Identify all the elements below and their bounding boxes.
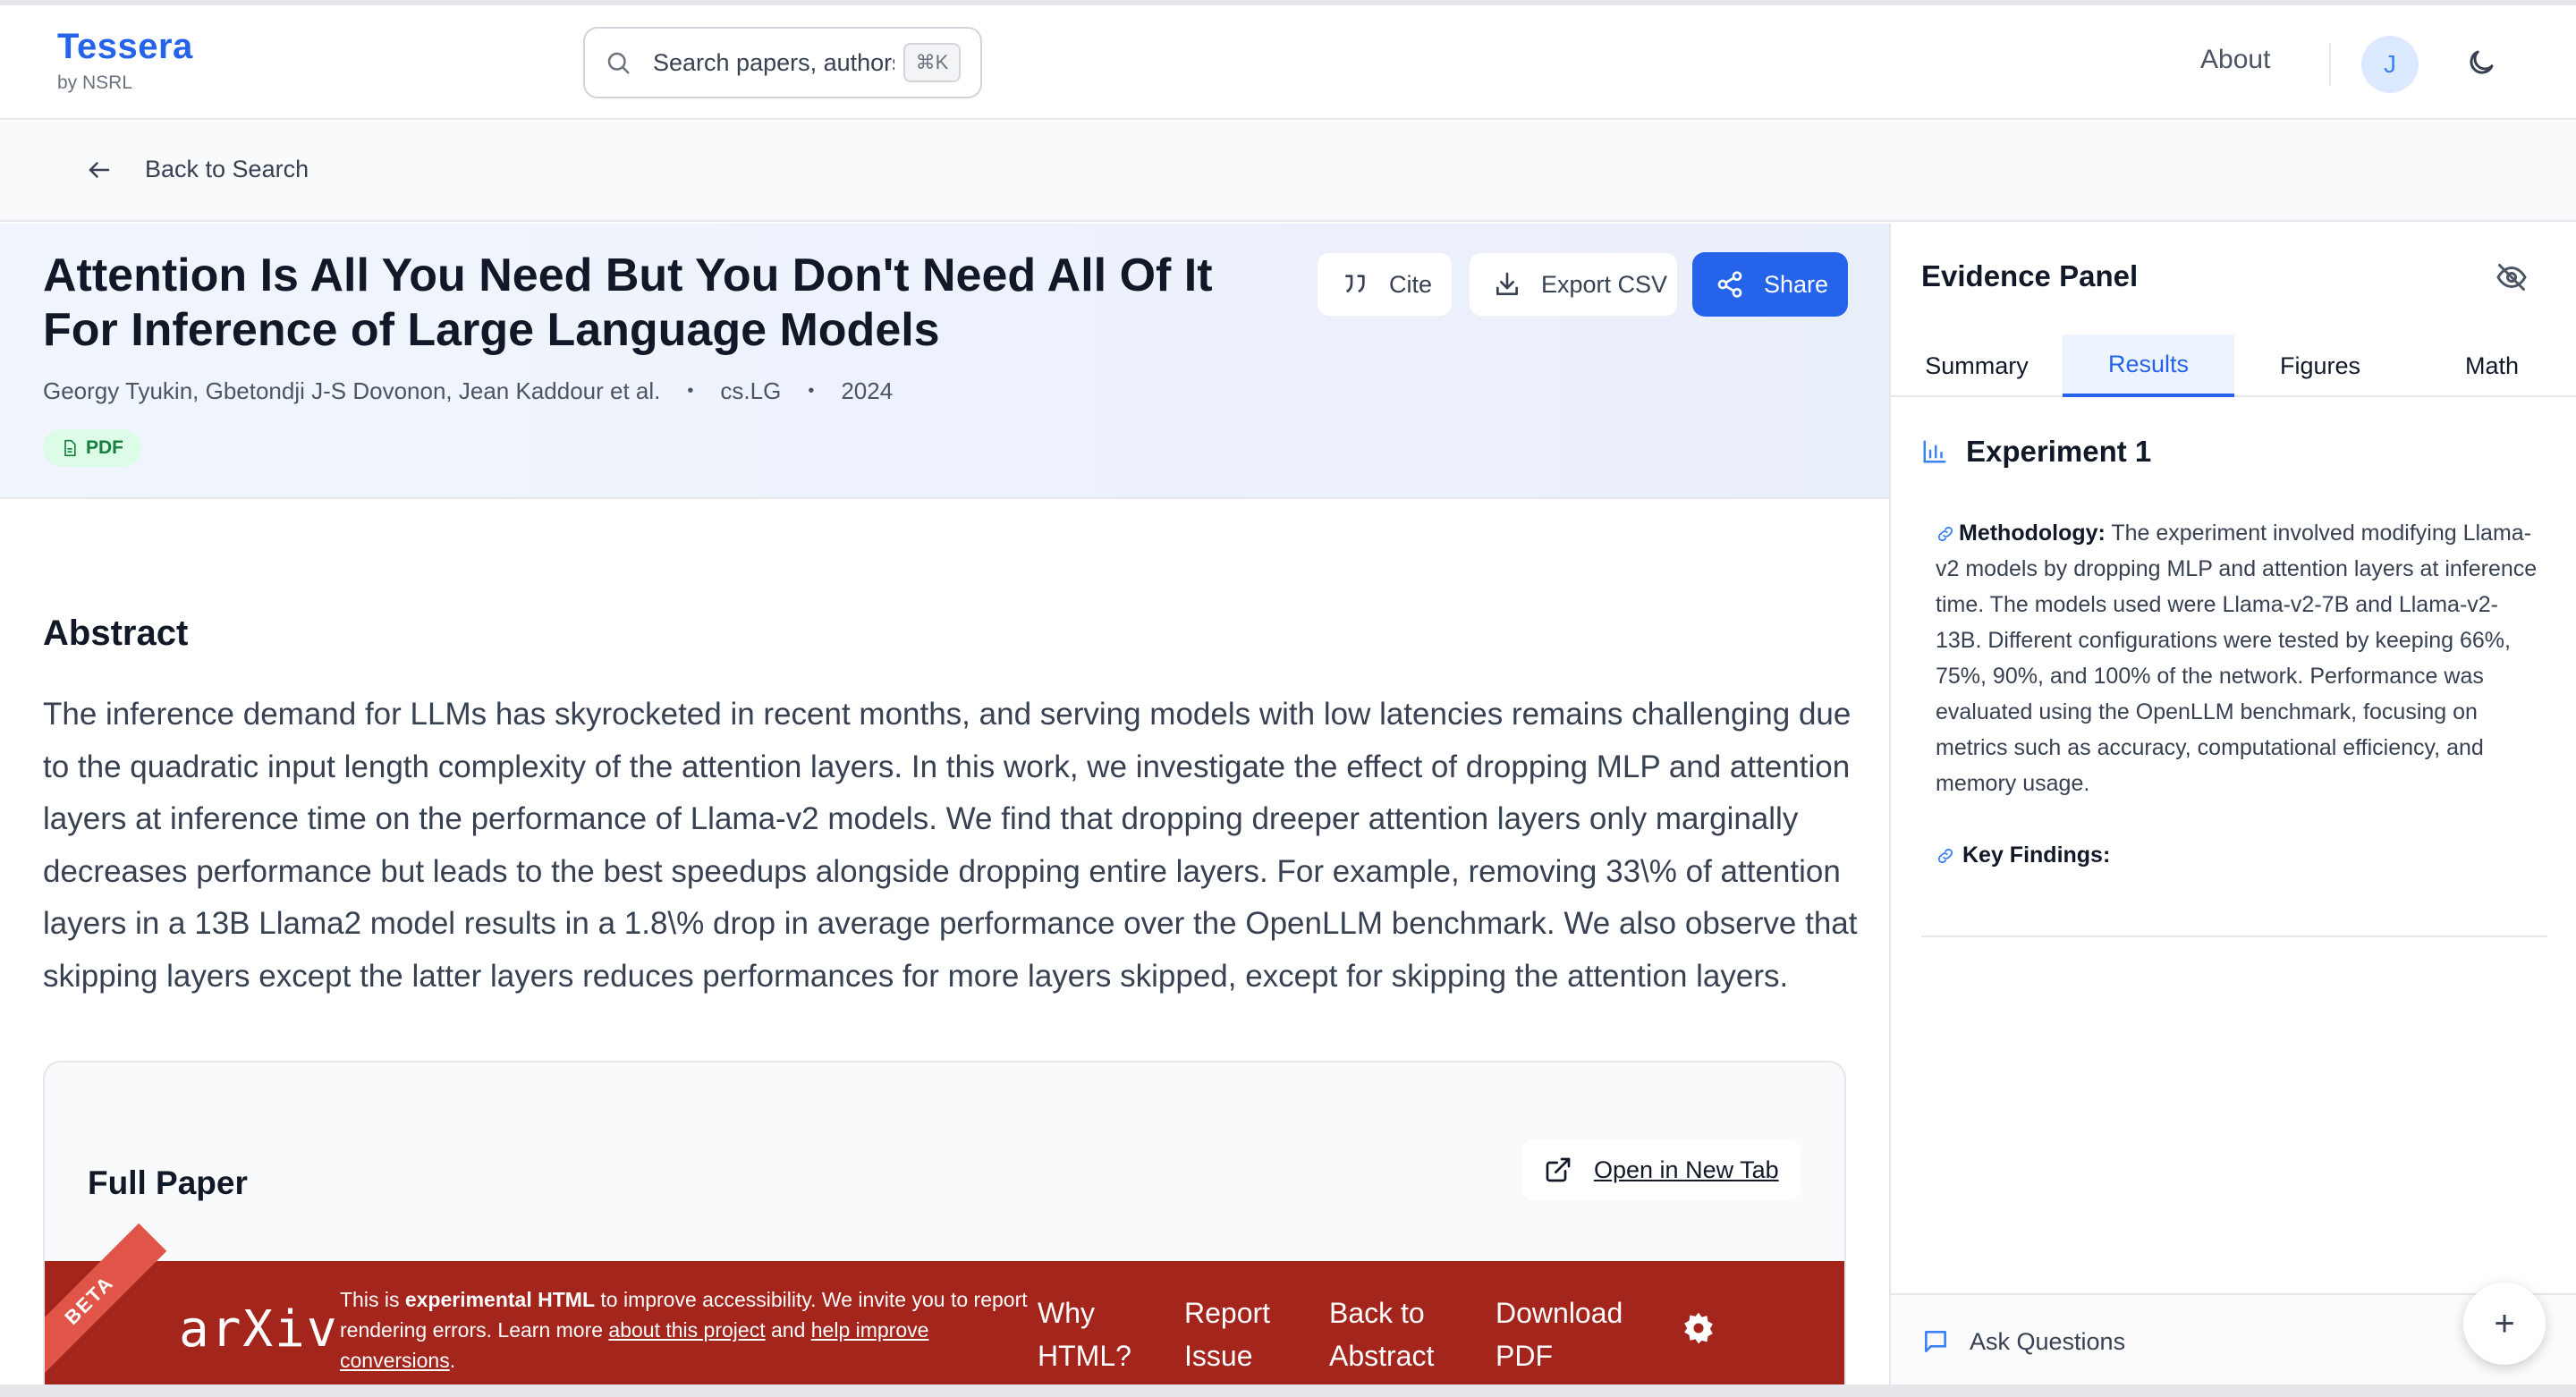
paper-year: 2024 — [841, 377, 894, 404]
why-html-link[interactable]: Why HTML? — [1038, 1291, 1136, 1377]
methodology-text: The experiment involved modifying Llama-… — [1936, 521, 2538, 796]
back-to-search-label: Back to Search — [145, 156, 309, 182]
evidence-panel: Evidence Panel Summary Results Figures M… — [1889, 224, 2576, 1397]
top-navbar: Tessera by NSRL Search papers, authors ⌘… — [0, 5, 2576, 120]
download-pdf-link[interactable]: Download PDF — [1496, 1291, 1639, 1377]
pdf-badge-label: PDF — [86, 437, 123, 458]
search-input[interactable]: Search papers, authors — [653, 49, 894, 77]
search-icon — [607, 52, 630, 74]
meta-separator: • — [808, 381, 815, 401]
arxiv-banner: BETA arXiv This is experimental HTML to … — [45, 1223, 1844, 1397]
arrow-left-icon — [89, 161, 110, 178]
arxiv-msg-prefix: This is — [340, 1288, 405, 1311]
paper-category: cs.LG — [720, 377, 782, 404]
nav-divider — [2329, 43, 2331, 86]
open-in-new-tab-button[interactable]: Open in New Tab — [1522, 1139, 1800, 1200]
nav-about-link[interactable]: About — [2200, 45, 2270, 75]
pdf-badge[interactable]: PDF — [43, 429, 141, 467]
key-findings-label: Key Findings: — [1962, 842, 2111, 868]
bottom-scrollbar-track — [0, 1384, 2576, 1397]
tab-figures[interactable]: Figures — [2234, 334, 2406, 397]
search-shortcut-hint: ⌘K — [903, 43, 961, 82]
open-in-new-tab-label: Open in New Tab — [1594, 1156, 1779, 1183]
back-to-search-link[interactable]: Back to Search — [86, 156, 309, 183]
evidence-tabs: Summary Results Figures Math — [1891, 334, 2576, 397]
brand-subtitle: by NSRL — [57, 72, 133, 93]
add-fab-button[interactable]: + — [2463, 1283, 2546, 1365]
gear-icon — [1684, 1312, 1713, 1344]
meta-separator: • — [687, 381, 694, 401]
cite-button-label: Cite — [1389, 270, 1433, 298]
back-to-abstract-link[interactable]: Back to Abstract — [1329, 1291, 1463, 1377]
share-button[interactable]: Share — [1692, 252, 1848, 317]
eye-off-icon — [2496, 264, 2527, 291]
theme-toggle-button[interactable] — [2465, 47, 2497, 83]
experiment-title: Experiment 1 — [1966, 435, 2152, 468]
tab-math[interactable]: Math — [2406, 334, 2576, 397]
cite-button[interactable]: Cite — [1317, 252, 1453, 317]
methodology-paragraph: Methodology: The experiment involved mod… — [1936, 515, 2544, 801]
arxiv-msg-bold: experimental HTML — [404, 1288, 595, 1311]
user-avatar[interactable]: J — [2361, 36, 2419, 93]
methodology-label: Methodology: — [1959, 521, 2106, 546]
external-link-icon — [1546, 1157, 1571, 1182]
chat-icon — [1925, 1331, 1946, 1352]
ask-questions-button[interactable]: Ask Questions — [1921, 1327, 2125, 1356]
key-findings: Key Findings: — [1936, 842, 2110, 868]
export-csv-label: Export CSV — [1541, 270, 1668, 298]
brand-name[interactable]: Tessera — [57, 27, 193, 67]
evidence-panel-title: Evidence Panel — [1921, 259, 2139, 292]
brand-logo[interactable]: Tessera by NSRL — [57, 27, 193, 94]
arxiv-msg-and: and — [765, 1318, 811, 1342]
abstract-heading: Abstract — [43, 614, 189, 653]
paper-header: Attention Is All You Need But You Don't … — [0, 224, 1889, 499]
ask-questions-label: Ask Questions — [1970, 1327, 2126, 1355]
full-paper-card: Full Paper Open in New Tab BETA arXiv Th… — [43, 1061, 1846, 1397]
arxiv-msg-end: . — [449, 1349, 456, 1372]
tab-results[interactable]: Results — [2063, 334, 2234, 397]
paper-authors: Georgy Tyukin, Gbetondji J-S Dovonon, Je… — [43, 377, 661, 404]
quote-icon — [1345, 275, 1365, 293]
back-bar: Back to Search — [0, 122, 2576, 222]
file-icon — [64, 439, 76, 457]
share-button-label: Share — [1764, 270, 1829, 298]
link-icon — [1937, 527, 1953, 542]
abstract-text: The inference demand for LLMs has skyroc… — [43, 697, 1858, 994]
search-box[interactable]: Search papers, authors ⌘K — [583, 27, 982, 98]
arxiv-message: This is experimental HTML to improve acc… — [340, 1284, 1038, 1376]
experiment-heading: Experiment 1 — [1921, 435, 2151, 469]
paper-title: Attention Is All You Need But You Don't … — [43, 250, 1213, 356]
report-issue-link[interactable]: Report Issue — [1184, 1291, 1292, 1377]
share-icon — [1717, 271, 1742, 298]
settings-button[interactable] — [1682, 1311, 1716, 1350]
arxiv-logo[interactable]: arXiv — [179, 1300, 339, 1359]
moon-icon — [2470, 50, 2494, 74]
export-csv-button[interactable]: Export CSV — [1469, 252, 1678, 317]
full-paper-heading: Full Paper — [88, 1164, 248, 1201]
tab-summary[interactable]: Summary — [1891, 334, 2063, 397]
download-icon — [1496, 272, 1518, 295]
hide-panel-button[interactable] — [2496, 261, 2528, 298]
paper-meta: Georgy Tyukin, Gbetondji J-S Dovonon, Je… — [43, 377, 893, 405]
evidence-divider — [1921, 936, 2547, 937]
about-project-link[interactable]: about this project — [608, 1318, 765, 1342]
bar-chart-icon — [1923, 440, 1946, 463]
beta-ribbon: BETA — [45, 1223, 167, 1378]
link-icon — [1937, 848, 1953, 863]
